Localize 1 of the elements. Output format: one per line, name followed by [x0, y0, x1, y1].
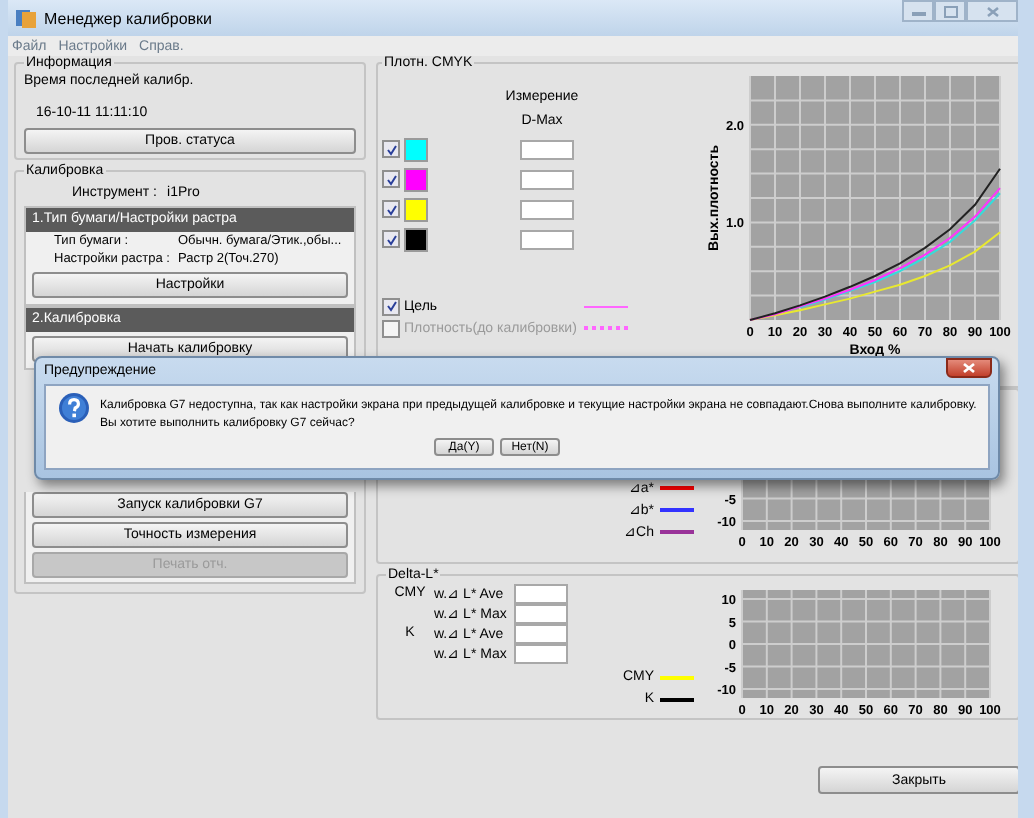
- window-title: Менеджер калибровки: [44, 9, 212, 27]
